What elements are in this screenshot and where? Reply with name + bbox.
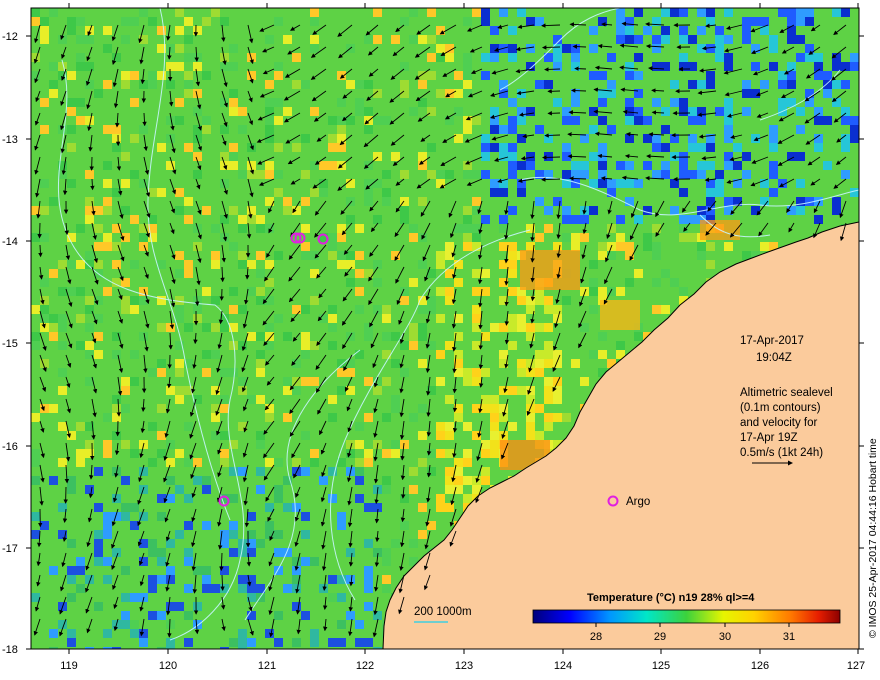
x-tick-119: 119 [60,660,78,672]
x-tick-124: 124 [554,660,572,672]
info-line-3: and velocity for [740,417,818,429]
map-date: 17-Apr-2017 [740,335,804,347]
info-line-5: 0.5m/s (1kt 24h) [740,447,823,459]
depth-legend-label: 200 1000m [414,606,472,618]
info-line-4: 17-Apr 19Z [740,432,798,444]
map-area: Argo 17-Apr-2017 19:04Z Altimetric seale… [31,8,859,649]
x-tick-123: 123 [455,660,473,672]
x-tick-120: 120 [159,660,177,672]
colorbar-tick-29: 29 [654,631,666,643]
velocity-arrow [38,244,43,258]
velocity-arrow [544,67,561,72]
x-tick-126: 126 [751,660,769,672]
velocity-arrow [572,44,587,49]
velocity-arrow [37,222,42,239]
y-tick-12: -12 [2,31,18,43]
colorbar-gradient [532,609,841,624]
velocity-arrow [542,155,561,160]
colorbar-tick-31: 31 [783,631,795,643]
y-tick-18: -18 [2,644,18,656]
x-tick-125: 125 [652,660,670,672]
argo-label: Argo [626,496,650,508]
colorbar-tick-28: 28 [590,631,602,643]
y-tick-16: -16 [2,441,18,453]
y-tick-15: -15 [2,338,18,350]
x-tick-122: 122 [356,660,374,672]
y-tick-13: -13 [2,134,18,146]
colorbar-title: Temperature (°C) n19 28% ql>=4 [587,592,755,604]
imos-credit: © IMOS 25-Apr-2017 04:44:16 Hobart time [867,438,879,638]
velocity-arrow [541,45,561,50]
velocity-arrow [570,88,587,93]
velocity-arrow [90,178,95,191]
map-time: 19:04Z [756,352,792,364]
colorbar-tick-30: 30 [719,631,731,643]
sst-map-figure: Argo 17-Apr-2017 19:04Z Altimetric seale… [2,3,879,672]
info-line-2: (0.1m contours) [740,402,821,414]
velocity-arrow [574,66,587,71]
x-tick-121: 121 [258,660,276,672]
info-line-1: Altimetric sealevel [740,387,833,399]
y-tick-14: -14 [2,236,18,248]
x-tick-127: 127 [847,660,865,672]
velocity-arrow [544,133,561,138]
y-tick-17: -17 [2,543,18,555]
